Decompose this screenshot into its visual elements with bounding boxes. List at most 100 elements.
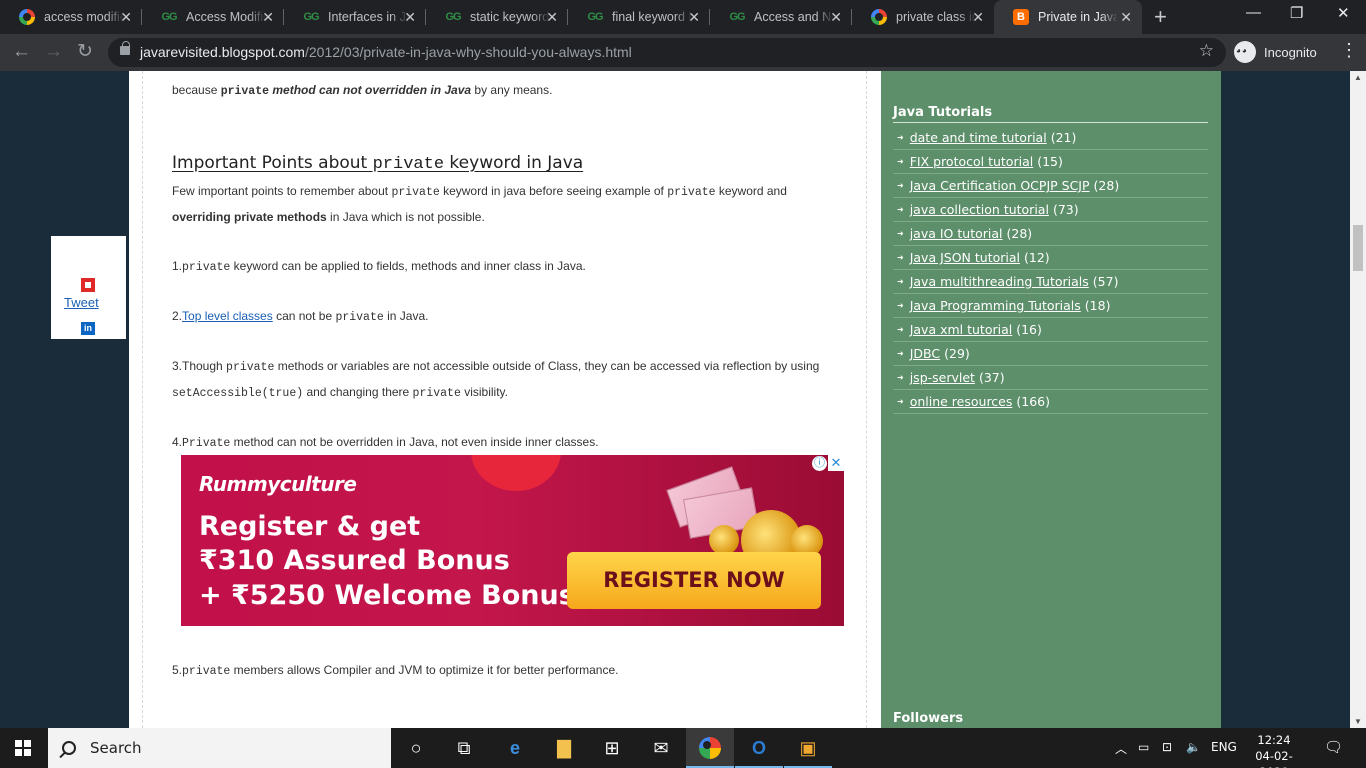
menu-kebab-icon[interactable]: ⋮ <box>1340 40 1358 61</box>
close-window-icon[interactable]: ✕ <box>1337 4 1350 22</box>
url-path: /2012/03/private-in-java-why-should-you-… <box>304 44 632 60</box>
tab-static-keyword[interactable]: GG static keyword ✕ <box>426 0 568 34</box>
list-item: ➜ java collection tutorial (73) <box>893 198 1208 222</box>
close-tab-icon[interactable]: ✕ <box>1120 9 1132 25</box>
tweet-link[interactable]: Tweet <box>64 295 99 310</box>
post-count: (29) <box>944 346 970 361</box>
close-tab-icon[interactable]: ✕ <box>404 9 416 25</box>
minimize-icon[interactable]: — <box>1246 4 1261 21</box>
register-now-button[interactable]: REGISTER NOW <box>567 552 821 609</box>
page-scrollbar[interactable]: ▲ ▼ <box>1350 71 1366 728</box>
followers-title: Followers <box>893 711 964 726</box>
mail-icon[interactable]: ✉ <box>637 728 685 768</box>
list-item: ➜ Java Certification OCPJP SCJP (28) <box>893 174 1208 198</box>
para1-line1: Few important points to remember about p… <box>172 184 787 199</box>
tab-private-in-java[interactable]: B Private in Java ✕ <box>994 0 1142 34</box>
incognito-indicator[interactable]: Incognito <box>1234 41 1317 63</box>
close-tab-icon[interactable]: ✕ <box>688 9 700 25</box>
sidebar-link[interactable]: online resources <box>910 394 1013 409</box>
intro-end: by any means. <box>471 83 553 97</box>
tab-title: private class in <box>896 10 976 24</box>
cortana-icon[interactable]: ○ <box>392 728 440 768</box>
sidebar-link[interactable]: JDBC <box>910 346 940 361</box>
forward-icon[interactable]: → <box>44 40 63 64</box>
point-text: can not be <box>272 309 336 323</box>
sidebar-link[interactable]: java collection tutorial <box>910 202 1049 217</box>
tab-private-class[interactable]: private class in ✕ <box>852 0 994 34</box>
store-icon[interactable]: ⊞ <box>588 728 636 768</box>
bullet-icon: ➜ <box>897 277 904 286</box>
point-number: 4. <box>172 435 183 449</box>
flipboard-icon[interactable] <box>81 278 95 292</box>
bookmark-star-icon[interactable]: ☆ <box>1199 41 1214 61</box>
url-text[interactable]: javarevisited.blogspot.com/2012/03/priva… <box>140 44 632 60</box>
close-tab-icon[interactable]: ✕ <box>262 9 274 25</box>
scrollbar-thumb[interactable] <box>1353 225 1363 271</box>
tab-access-modifiers-gfg[interactable]: GG Access Modifie ✕ <box>142 0 284 34</box>
back-icon[interactable]: ← <box>12 40 31 64</box>
point-text: methods or variables are not accessible … <box>274 359 820 373</box>
chrome-taskbar-icon[interactable] <box>686 728 734 768</box>
file-explorer-icon[interactable]: ▇ <box>540 728 588 768</box>
sidebar-link[interactable]: date and time tutorial <box>910 130 1047 145</box>
edge-icon[interactable]: e <box>491 728 539 768</box>
advertisement-banner[interactable]: Rummyculture Register & get ₹310 Assured… <box>181 455 844 626</box>
windows-taskbar: Search ○ ⧉ e ▇ ⊞ ✉ O ▣ ︿ ▭ ⊡ 🔈 ENG 12:24… <box>0 728 1366 768</box>
sidebar-link[interactable]: Java Programming Tutorials <box>910 298 1081 313</box>
close-tab-icon[interactable]: ✕ <box>120 9 132 25</box>
tab-final-keyword[interactable]: GG final keyword i ✕ <box>568 0 710 34</box>
linkedin-icon[interactable]: in <box>81 322 95 335</box>
intro-emphasis: method can not overridden in Java <box>269 83 472 97</box>
close-tab-icon[interactable]: ✕ <box>972 9 984 25</box>
tab-access-modifiers-google[interactable]: access modifie ✕ <box>0 0 142 34</box>
inline-code: private <box>391 186 440 199</box>
sidebar-link[interactable]: Java JSON tutorial <box>910 250 1020 265</box>
battery-icon[interactable]: ▭ <box>1138 740 1149 754</box>
system-clock[interactable]: 12:24 04-02-2020 <box>1246 732 1302 768</box>
close-tab-icon[interactable]: ✕ <box>830 9 842 25</box>
reload-icon[interactable]: ↻ <box>77 40 93 64</box>
browser-toolbar: ← → ↻ javarevisited.blogspot.com/2012/03… <box>0 34 1366 71</box>
ad-close-icon[interactable]: ✕ <box>828 455 844 471</box>
notifications-icon[interactable]: 🗨 <box>1324 738 1343 756</box>
taskbar-search-box[interactable]: Search <box>48 728 391 768</box>
point-5: 5.private members allows Compiler and JV… <box>172 663 618 678</box>
scroll-up-icon[interactable]: ▲ <box>1354 73 1362 82</box>
restore-icon[interactable]: ❐ <box>1290 4 1303 22</box>
post-count: (73) <box>1052 202 1079 217</box>
language-indicator[interactable]: ENG <box>1211 740 1237 754</box>
new-tab-icon[interactable]: + <box>1154 5 1167 29</box>
point-text: members allows Compiler and JVM to optim… <box>230 663 619 677</box>
geeksforgeeks-icon: GG <box>587 11 603 23</box>
sidebar-title: Java Tutorials <box>893 105 993 120</box>
sidebar-link[interactable]: Java xml tutorial <box>910 322 1013 337</box>
google-icon <box>871 9 887 25</box>
post-count: (12) <box>1023 250 1050 265</box>
close-tab-icon[interactable]: ✕ <box>546 9 558 25</box>
game-app-icon[interactable]: ▣ <box>784 728 832 768</box>
section-heading: Important Points about private keyword i… <box>172 153 583 174</box>
windows-start-icon[interactable] <box>15 740 31 756</box>
sidebar-link[interactable]: FIX protocol tutorial <box>910 154 1034 169</box>
network-icon[interactable]: ⊡ <box>1162 740 1172 754</box>
sidebar-link[interactable]: Java Certification OCPJP SCJP <box>910 178 1090 193</box>
point-3-line2: setAccessible(true) and changing there p… <box>172 385 508 400</box>
sidebar-link[interactable]: Java multithreading Tutorials <box>910 274 1089 289</box>
volume-icon[interactable]: 🔈 <box>1186 740 1201 754</box>
point-number: 5. <box>172 663 183 677</box>
sidebar-link[interactable]: jsp-servlet <box>910 370 975 385</box>
inline-code: private <box>412 387 461 400</box>
ad-info-icon[interactable]: ⓘ <box>812 456 827 471</box>
tab-access-and-non-access[interactable]: GG Access and No ✕ <box>710 0 852 34</box>
tab-interfaces[interactable]: GG Interfaces in Ja ✕ <box>284 0 426 34</box>
task-view-icon[interactable]: ⧉ <box>440 728 488 768</box>
list-item: ➜ Java xml tutorial (16) <box>893 318 1208 342</box>
point-text: method can not be overridden in Java, no… <box>230 435 599 449</box>
address-bar[interactable]: javarevisited.blogspot.com/2012/03/priva… <box>108 38 1226 67</box>
scroll-down-icon[interactable]: ▼ <box>1354 717 1362 726</box>
show-hidden-icons[interactable]: ︿ <box>1115 740 1127 757</box>
sidebar-link[interactable]: java IO tutorial <box>910 226 1003 241</box>
top-level-classes-link[interactable]: Top level classes <box>182 309 273 323</box>
ad-headline-3: + ₹5250 Welcome Bonus <box>199 580 575 611</box>
outlook-icon[interactable]: O <box>735 728 783 768</box>
